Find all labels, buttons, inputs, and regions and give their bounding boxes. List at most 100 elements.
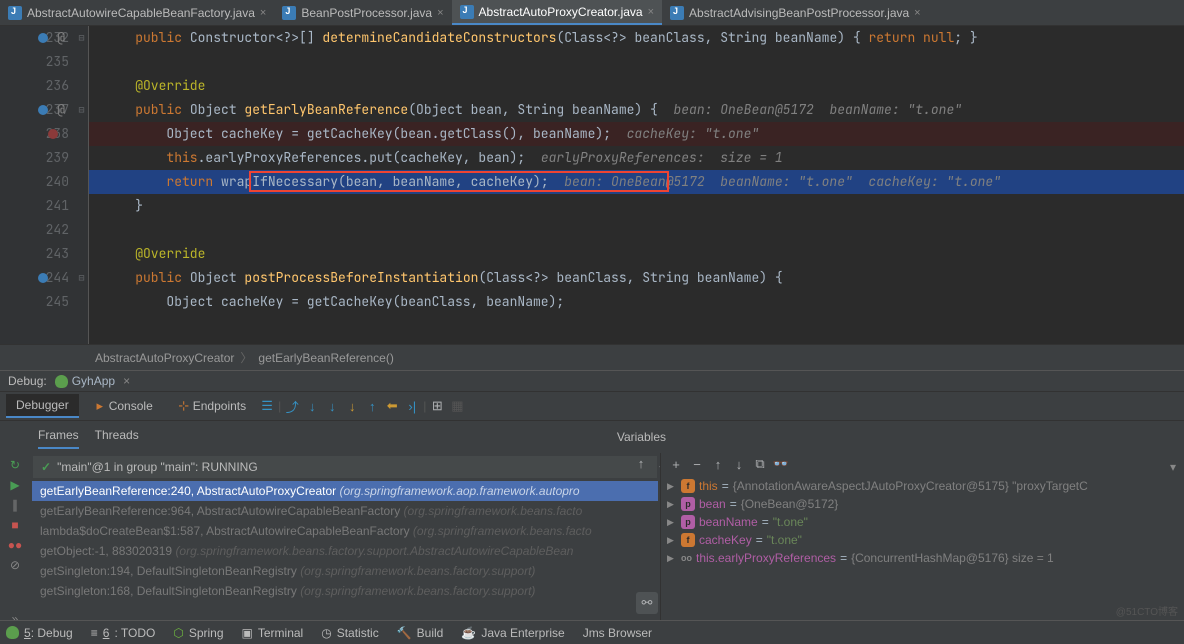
close-icon[interactable]: × — [123, 374, 130, 388]
rerun-icon[interactable]: ↻ — [7, 457, 23, 473]
java-icon — [282, 6, 296, 20]
line-gutter: @232 235 236 @237 238 239 240 241 242 24… — [0, 26, 75, 344]
at-icon: @ — [55, 26, 65, 36]
variables-panel: + − ↑ ↓ ⧉ 👓 ▶f this = {AnnotationAwareAs… — [660, 453, 1184, 633]
console-icon: ▸ — [92, 398, 108, 414]
watermark: @51CTO博客 — [1116, 603, 1178, 618]
fold-gutter[interactable]: ⊟⊟⊟ — [75, 26, 89, 344]
stack-frame[interactable]: getEarlyBeanReference:240, AbstractAutoP… — [32, 481, 658, 501]
sb-spring[interactable]: ⬡Spring — [173, 626, 223, 640]
override-icon[interactable] — [38, 105, 48, 115]
step-into-icon[interactable]: ↓ — [324, 398, 340, 414]
sb-todo[interactable]: ≡ 6: TODO — [91, 626, 156, 640]
debug-header: Debug: GyhApp× — [0, 370, 1184, 391]
stack-frame[interactable]: getSingleton:194, DefaultSingletonBeanRe… — [32, 561, 658, 581]
param-icon: p — [681, 497, 695, 511]
sb-build[interactable]: 🔨 Build — [397, 626, 444, 640]
debug-config[interactable]: GyhApp× — [55, 374, 130, 388]
current-exec-line: return wrapIfNecessary(bean, beanName, c… — [89, 170, 1184, 194]
frames-panel: ✓ "main"@1 in group "main": RUNNING ▾ ↑ … — [30, 453, 660, 633]
stack-frame[interactable]: getSingleton:168, DefaultSingletonBeanRe… — [32, 581, 658, 601]
variables-header: Variables — [607, 425, 676, 449]
file-tab[interactable]: BeanPostProcessor.java× — [274, 0, 451, 25]
sb-statistic[interactable]: ◷ Statistic — [321, 626, 379, 640]
show-exec-icon[interactable]: ⤴ — [284, 398, 300, 414]
bug-icon — [6, 626, 19, 639]
variable-row[interactable]: ▶p beanName = "t.one" — [667, 513, 1178, 531]
status-bar: 5: 5: DebugDebug ≡ 6: TODO ⬡Spring ▣ Ter… — [0, 620, 1184, 644]
trace-icon[interactable]: ▦ — [449, 398, 465, 414]
up-icon[interactable]: ↑ — [710, 456, 726, 472]
code-area[interactable]: public Constructor<?>[] determineCandida… — [89, 26, 1184, 344]
view-bp-icon[interactable]: ●● — [7, 537, 23, 553]
stack-frames[interactable]: getEarlyBeanReference:240, AbstractAutoP… — [32, 481, 658, 601]
sb-java[interactable]: ☕ Java Enterprise — [461, 626, 564, 640]
remove-watch-icon[interactable]: − — [689, 456, 705, 472]
at-icon: @ — [55, 98, 65, 108]
java-icon — [670, 6, 684, 20]
thread-selector[interactable]: ✓ "main"@1 in group "main": RUNNING ▾ — [33, 456, 657, 478]
breadcrumb[interactable]: AbstractAutoProxyCreator〉getEarlyBeanRef… — [0, 344, 1184, 370]
tab-frames[interactable]: Frames — [38, 425, 79, 449]
endpoints-icon: ⊹ — [176, 398, 192, 414]
field-icon: f — [681, 533, 695, 547]
file-tab[interactable]: AbstractAutowireCapableBeanFactory.java× — [0, 0, 274, 25]
sb-debug[interactable]: 5: 5: DebugDebug — [6, 626, 73, 640]
close-icon[interactable]: × — [648, 6, 654, 18]
pause-icon[interactable]: ∥ — [7, 497, 23, 513]
prev-frame-icon[interactable]: ↑ — [633, 455, 649, 471]
tab-endpoints[interactable]: ⊹Endpoints — [165, 394, 256, 418]
dup-icon[interactable]: ⧉ — [752, 456, 768, 472]
file-tab[interactable]: AbstractAutoProxyCreator.java× — [452, 0, 663, 25]
variable-row[interactable]: ▶oo this.earlyProxyReferences = {Concurr… — [667, 549, 1178, 567]
java-icon — [460, 5, 474, 19]
check-icon: ✓ — [41, 460, 51, 474]
glasses-icon[interactable]: 👓 — [773, 456, 789, 472]
tab-threads[interactable]: Threads — [95, 425, 139, 449]
breakpoint-icon[interactable] — [48, 129, 58, 139]
stack-frame[interactable]: getObject:-1, 883020319 (org.springframe… — [32, 541, 658, 561]
debug-body: ↻ ▶ ∥ ■ ●● ⊘ » ✓ "main"@1 in group "main… — [0, 453, 1184, 633]
vars-toolbar: + − ↑ ↓ ⧉ 👓 — [661, 453, 1184, 475]
java-icon — [8, 6, 22, 20]
override-icon[interactable] — [38, 33, 48, 43]
sb-jms[interactable]: Jms Browser — [583, 626, 652, 640]
tab-debugger[interactable]: Debugger — [6, 394, 79, 418]
file-tab[interactable]: AbstractAdvisingBeanPostProcessor.java× — [662, 0, 929, 25]
new-watch-icon[interactable]: + — [668, 456, 684, 472]
dropdown-icon[interactable]: ▾ — [1170, 460, 1176, 474]
resume-icon[interactable]: ▶ — [7, 477, 23, 493]
down-icon[interactable]: ↓ — [731, 456, 747, 472]
layout-icon[interactable]: ☰ — [259, 398, 275, 414]
stop-icon[interactable]: ■ — [7, 517, 23, 533]
stack-frame[interactable]: lambda$doCreateBean$1:587, AbstractAutow… — [32, 521, 658, 541]
tab-console[interactable]: ▸Console — [81, 394, 163, 418]
editor-tabs: AbstractAutowireCapableBeanFactory.java×… — [0, 0, 1184, 26]
step-out-icon[interactable]: ↑ — [364, 398, 380, 414]
sb-terminal[interactable]: ▣ Terminal — [242, 626, 304, 640]
link-icon[interactable]: ⚯ — [636, 592, 658, 614]
code-editor[interactable]: @232 235 236 @237 238 239 240 241 242 24… — [0, 26, 1184, 344]
override-icon[interactable] — [38, 273, 48, 283]
run-to-cursor-icon[interactable]: ›| — [404, 398, 420, 414]
debug-side-toolbar: ↻ ▶ ∥ ■ ●● ⊘ » — [0, 453, 30, 633]
close-icon[interactable]: × — [260, 7, 266, 19]
param-icon: p — [681, 515, 695, 529]
debug-toolbar: Debugger ▸Console ⊹Endpoints ☰ | ⤴ ↓ ↓ ↓… — [0, 391, 1184, 420]
variable-row[interactable]: ▶f this = {AnnotationAwareAspectJAutoPro… — [667, 477, 1178, 495]
force-step-icon[interactable]: ↓ — [344, 398, 360, 414]
bug-icon — [55, 375, 68, 388]
watch-icon: oo — [681, 551, 692, 565]
variable-row[interactable]: ▶f cacheKey = "t.one" — [667, 531, 1178, 549]
mute-bp-icon[interactable]: ⊘ — [7, 557, 23, 573]
frames-header: Frames Threads Variables — [0, 420, 1184, 453]
variable-row[interactable]: ▶p bean = {OneBean@5172} — [667, 495, 1178, 513]
close-icon[interactable]: × — [437, 7, 443, 19]
evaluate-icon[interactable]: ⊞ — [429, 398, 445, 414]
step-over-icon[interactable]: ↓ — [304, 398, 320, 414]
stack-frame[interactable]: getEarlyBeanReference:964, AbstractAutow… — [32, 501, 658, 521]
drop-frame-icon[interactable]: ⬅ — [384, 398, 400, 414]
variables-list[interactable]: ▶f this = {AnnotationAwareAspectJAutoPro… — [661, 475, 1184, 569]
close-icon[interactable]: × — [914, 7, 920, 19]
field-icon: f — [681, 479, 695, 493]
